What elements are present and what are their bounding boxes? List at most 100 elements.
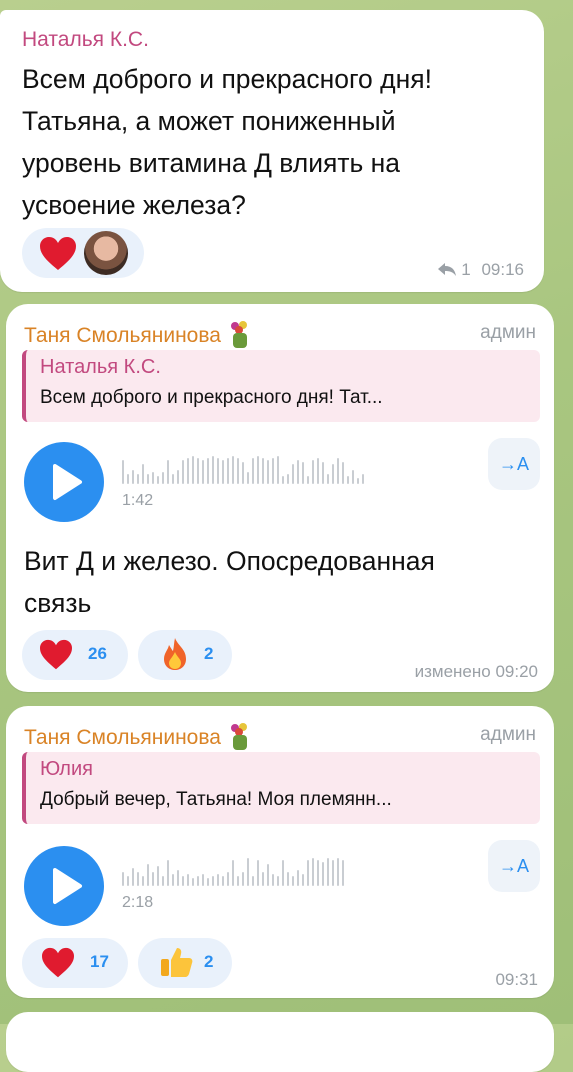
waveform-bar xyxy=(307,476,309,484)
reaction-thumbs-up[interactable]: 2 xyxy=(138,938,232,988)
waveform-bar xyxy=(257,456,259,484)
waveform-bar xyxy=(282,476,284,484)
waveform-bar xyxy=(237,458,239,484)
waveform-bar xyxy=(322,462,324,484)
heart-icon xyxy=(42,947,74,978)
waveform-bar xyxy=(342,462,344,484)
waveform-bar xyxy=(142,876,144,886)
waveform-bar xyxy=(242,462,244,484)
message-text: Всем доброго и прекрасного дня! Татьяна,… xyxy=(22,58,432,226)
quote-sender: Наталья К.С. xyxy=(40,356,161,378)
waveform-bar xyxy=(187,458,189,484)
sender-name[interactable]: Таня Смольянинова xyxy=(24,320,253,350)
waveform-bar xyxy=(227,458,229,484)
play-button[interactable] xyxy=(24,846,104,926)
message-bubble[interactable]: Таня Смольянинова админ Юлия Добрый вече… xyxy=(6,706,554,998)
message-text-line: Всем доброго и прекрасного дня! xyxy=(22,64,432,94)
voice-waveform[interactable] xyxy=(122,454,364,484)
message-bubble[interactable]: Таня Смольянинова админ Наталья К.С. Все… xyxy=(6,304,554,692)
admin-badge: админ xyxy=(480,724,536,745)
message-text: Вит Д и железо. Опосредованная связь xyxy=(24,540,435,624)
waveform-bar xyxy=(252,458,254,484)
waveform-bar xyxy=(177,870,179,886)
waveform-bar xyxy=(202,460,204,484)
transcribe-button[interactable]: →A xyxy=(488,438,540,490)
waveform-bar xyxy=(292,876,294,886)
quote-text: Всем доброго и прекрасного дня! Тат... xyxy=(40,387,383,408)
waveform-bar xyxy=(137,872,139,886)
waveform-bar xyxy=(157,866,159,886)
waveform-bar xyxy=(312,460,314,484)
waveform-bar xyxy=(357,478,359,484)
waveform-bar xyxy=(252,876,254,886)
waveform-bar xyxy=(362,474,364,484)
voice-waveform[interactable] xyxy=(122,856,344,886)
reply-quote[interactable]: Юлия Добрый вечер, Татьяна! Моя племянн.… xyxy=(22,752,540,824)
waveform-bar xyxy=(287,474,289,484)
waveform-bar xyxy=(272,874,274,886)
waveform-bar xyxy=(242,872,244,886)
waveform-bar xyxy=(232,860,234,886)
message-bubble[interactable] xyxy=(6,1012,554,1072)
reaction-heart[interactable]: 26 xyxy=(22,630,128,680)
message-time: 09:31 xyxy=(495,970,538,989)
heart-icon xyxy=(40,639,72,670)
waveform-bar xyxy=(247,472,249,484)
waveform-bar xyxy=(332,860,334,886)
message-text-line: Вит Д и железо. Опосредованная xyxy=(24,546,435,576)
waveform-bar xyxy=(292,464,294,484)
waveform-bar xyxy=(277,876,279,886)
waveform-bar xyxy=(227,872,229,886)
message-text-line: усвоение железа? xyxy=(22,190,246,220)
transcribe-button[interactable]: →A xyxy=(488,840,540,892)
waveform-bar xyxy=(297,870,299,886)
waveform-bar xyxy=(322,862,324,886)
waveform-bar xyxy=(257,860,259,886)
admin-badge: админ xyxy=(480,322,536,343)
reaction-group[interactable] xyxy=(22,228,144,278)
heart-icon xyxy=(40,237,76,270)
reaction-fire[interactable]: 2 xyxy=(138,630,232,680)
waveform-bar xyxy=(177,470,179,484)
waveform-bar xyxy=(152,872,154,886)
waveform-bar xyxy=(217,458,219,484)
waveform-bar xyxy=(197,876,199,886)
waveform-bar xyxy=(217,874,219,886)
waveform-bar xyxy=(122,460,124,484)
avatar xyxy=(84,231,128,275)
message-bubble[interactable]: Наталья К.С. Всем доброго и прекрасного … xyxy=(0,10,544,292)
waveform-bar xyxy=(207,458,209,484)
message-text-line: связь xyxy=(24,588,92,618)
waveform-bar xyxy=(337,458,339,484)
waveform-bar xyxy=(272,458,274,484)
bouquet-icon xyxy=(230,321,247,348)
waveform-bar xyxy=(132,470,134,484)
reply-quote[interactable]: Наталья К.С. Всем доброго и прекрасного … xyxy=(22,350,540,422)
reaction-count: 17 xyxy=(90,952,109,971)
waveform-bar xyxy=(212,876,214,886)
waveform-bar xyxy=(317,860,319,886)
waveform-bar xyxy=(147,474,149,484)
waveform-bar xyxy=(247,858,249,886)
waveform-bar xyxy=(182,876,184,886)
waveform-bar xyxy=(222,460,224,484)
waveform-bar xyxy=(187,874,189,886)
waveform-bar xyxy=(212,456,214,484)
sender-name[interactable]: Таня Смольянинова xyxy=(24,722,253,752)
waveform-bar xyxy=(267,864,269,886)
waveform-bar xyxy=(347,476,349,484)
waveform-bar xyxy=(302,462,304,484)
waveform-bar xyxy=(162,472,164,484)
waveform-bar xyxy=(137,474,139,484)
sender-name[interactable]: Наталья К.С. xyxy=(22,28,149,52)
waveform-bar xyxy=(202,874,204,886)
reply-count[interactable]: 1 xyxy=(461,260,470,279)
thumbs-up-icon xyxy=(161,948,193,977)
reply-icon xyxy=(437,263,456,276)
play-button[interactable] xyxy=(24,442,104,522)
waveform-bar xyxy=(172,474,174,484)
reaction-heart[interactable]: 17 xyxy=(22,938,128,988)
waveform-bar xyxy=(192,456,194,484)
waveform-bar xyxy=(222,876,224,886)
waveform-bar xyxy=(167,860,169,886)
